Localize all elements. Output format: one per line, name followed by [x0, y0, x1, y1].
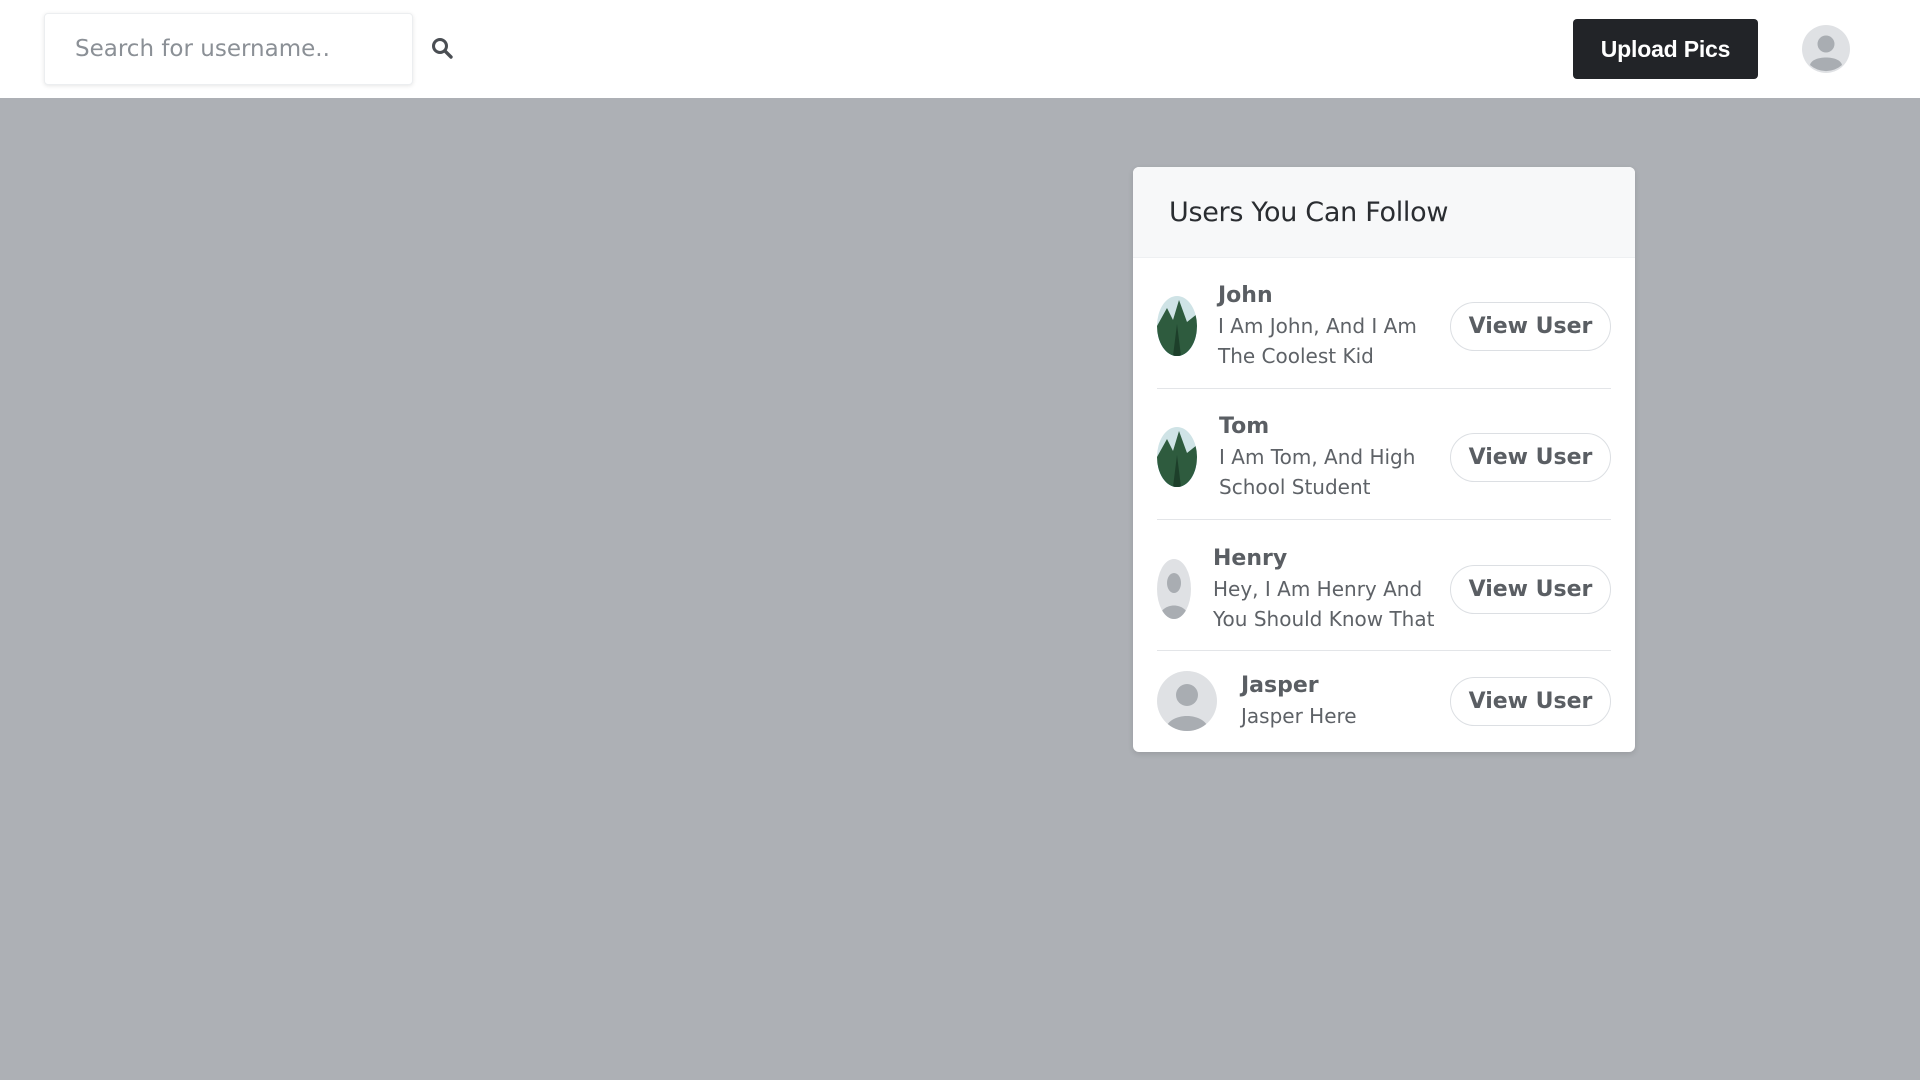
divider [1157, 650, 1611, 651]
search-input[interactable] [44, 13, 413, 85]
divider [1157, 388, 1611, 389]
user-avatar [1157, 427, 1197, 487]
user-row: Jasper Jasper Here View User [1157, 661, 1611, 741]
card-header: Users You Can Follow [1133, 167, 1635, 258]
user-row: Henry Hey, I Am Henry And You Should Kno… [1157, 534, 1611, 644]
card-title: Users You Can Follow [1169, 196, 1449, 228]
user-avatar [1157, 671, 1217, 731]
user-row: Tom I Am Tom, And High School Student Vi… [1157, 402, 1611, 512]
profile-avatar[interactable] [1802, 25, 1850, 73]
user-row: John I Am John, And I Am The Coolest Kid… [1157, 271, 1611, 381]
user-avatar [1157, 559, 1191, 619]
upload-pics-button[interactable]: Upload Pics [1573, 19, 1758, 79]
divider [1157, 519, 1611, 520]
search-button[interactable] [424, 30, 460, 66]
user-icon [1802, 25, 1850, 73]
view-user-button[interactable]: View User [1450, 564, 1611, 614]
suggestions-card: Users You Can Follow John I Am John, And… [1133, 167, 1635, 752]
view-user-button[interactable]: View User [1450, 432, 1611, 482]
top-navbar: Upload Pics [0, 0, 1920, 98]
search-icon [432, 38, 453, 59]
user-avatar [1157, 296, 1197, 356]
view-user-button[interactable]: View User [1450, 301, 1611, 351]
view-user-button[interactable]: View User [1450, 676, 1611, 726]
